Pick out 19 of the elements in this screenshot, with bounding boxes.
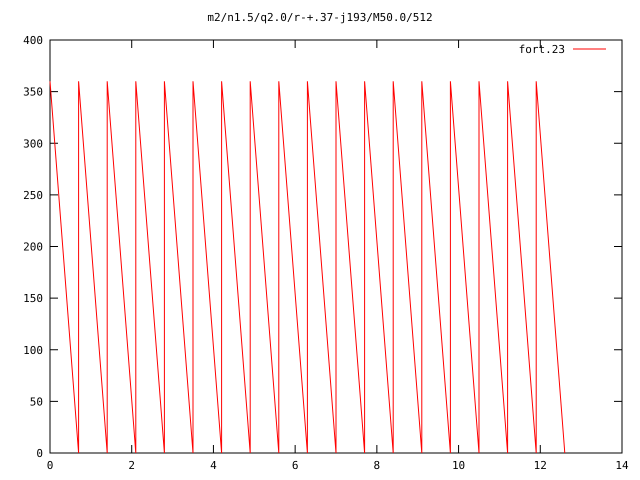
x-tick-label: 6 bbox=[292, 459, 298, 472]
y-tick-label: 0 bbox=[36, 447, 43, 460]
chart-title: m2/n1.5/q2.0/r-+.37-j193/M50.0/512 bbox=[207, 11, 433, 24]
x-tick-label: 12 bbox=[534, 459, 547, 472]
x-tick-label: 4 bbox=[210, 459, 217, 472]
y-tick-label: 150 bbox=[23, 292, 43, 306]
legend-label: fort.23 bbox=[518, 43, 565, 56]
x-tick-label: 14 bbox=[615, 459, 629, 472]
x-tick-label: 10 bbox=[452, 459, 466, 472]
y-tick-label: 100 bbox=[23, 344, 43, 357]
y-tick-label: 250 bbox=[23, 188, 43, 202]
x-tick-label: 0 bbox=[46, 459, 54, 472]
y-tick-label: 350 bbox=[23, 86, 43, 99]
y-tick-label: 200 bbox=[23, 240, 43, 254]
x-tick-label: 8 bbox=[374, 459, 380, 472]
y-tick-label: 300 bbox=[23, 137, 43, 150]
x-tick-label: 2 bbox=[128, 459, 136, 472]
y-tick-label: 400 bbox=[23, 34, 43, 47]
y-tick-label: 50 bbox=[30, 395, 43, 408]
